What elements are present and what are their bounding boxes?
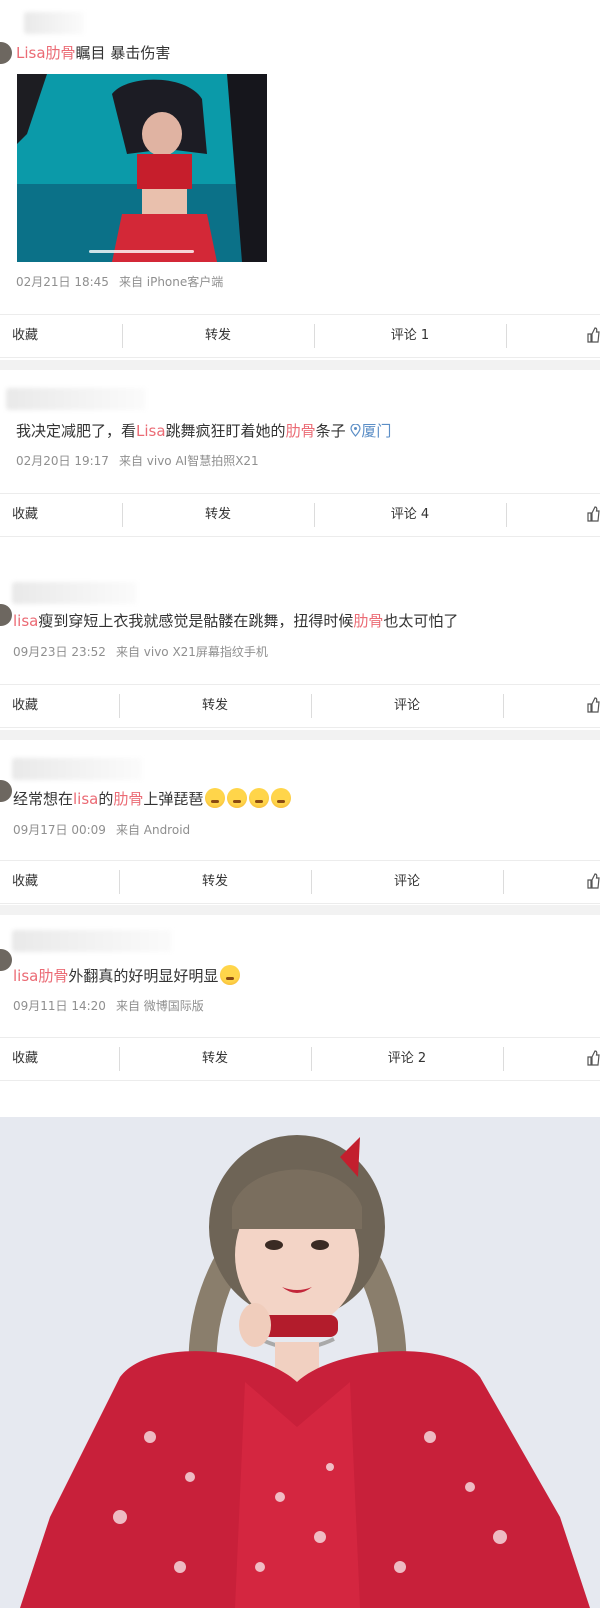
separator bbox=[0, 730, 600, 740]
post-1: Lisa肋骨瞩目 暴击伤害 02月21日 18:45 来自 iPhone客户端 收… bbox=[0, 0, 600, 360]
text-plain: 的 bbox=[98, 790, 114, 808]
action-bar: 收藏 转发 评论 1 bbox=[0, 314, 600, 358]
post-text: Lisa肋骨瞩目 暴击伤害 bbox=[16, 42, 170, 64]
post-5: lisa肋骨外翻真的好明显好明显 09月11日 14:20 来自 微博国际版 收藏… bbox=[0, 915, 600, 1085]
username-blurred[interactable] bbox=[12, 582, 137, 604]
text-highlight[interactable]: lisa bbox=[73, 790, 98, 808]
username-blurred[interactable] bbox=[12, 758, 142, 780]
favorite-button[interactable]: 收藏 bbox=[12, 685, 102, 727]
crying-laughing-emoji-icon bbox=[205, 788, 226, 808]
favorite-button[interactable]: 收藏 bbox=[12, 861, 102, 903]
action-bar: 收藏 转发 评论 bbox=[0, 684, 600, 728]
location-link[interactable]: 厦门 bbox=[361, 422, 391, 440]
post-text: 我决定减肥了，看Lisa跳舞疯狂盯着她的肋骨条子 厦门 bbox=[16, 420, 391, 442]
post-source: 来自 vivo X21屏幕指纹手机 bbox=[115, 645, 268, 659]
divider bbox=[503, 694, 504, 718]
post-meta: 02月20日 19:17 来自 vivo AI智慧拍照X21 bbox=[16, 452, 259, 469]
location-pin-icon bbox=[350, 423, 361, 437]
username-blurred[interactable] bbox=[24, 12, 84, 34]
post-date[interactable]: 02月20日 19:17 bbox=[16, 454, 109, 468]
post-source: 来自 微博国际版 bbox=[115, 999, 204, 1013]
comment-button[interactable]: 评论 bbox=[311, 861, 503, 903]
text-highlight[interactable]: 肋骨 bbox=[353, 612, 383, 630]
action-bar: 收藏 转发 评论 2 bbox=[0, 1037, 600, 1081]
post-4: 经常想在lisa的肋骨上弹琵琶 09月17日 00:09 来自 Android 收… bbox=[0, 740, 600, 905]
username-blurred[interactable] bbox=[12, 930, 172, 952]
text-plain: 瘦到穿短上衣我就感觉是骷髅在跳舞，扭得时候 bbox=[38, 612, 354, 630]
text-plain: 跳舞疯狂盯着她的 bbox=[165, 422, 286, 440]
avatar[interactable] bbox=[0, 949, 12, 971]
text-plain: 上弹琵琶 bbox=[143, 790, 204, 808]
text-plain: 瞩目 暴击伤害 bbox=[75, 44, 171, 62]
text-highlight[interactable]: 肋骨 bbox=[113, 790, 143, 808]
favorite-button[interactable]: 收藏 bbox=[12, 315, 102, 357]
comment-button[interactable]: 评论 4 bbox=[314, 494, 506, 536]
repost-button[interactable]: 转发 bbox=[122, 494, 314, 536]
text-highlight[interactable]: 肋骨 bbox=[286, 422, 316, 440]
post-text: lisa肋骨外翻真的好明显好明显 bbox=[13, 965, 241, 987]
post-source: 来自 vivo AI智慧拍照X21 bbox=[118, 454, 259, 468]
crying-laughing-emoji-icon bbox=[249, 788, 270, 808]
text-highlight[interactable]: lisa bbox=[13, 612, 38, 630]
avatar[interactable] bbox=[0, 42, 12, 64]
username-blurred[interactable] bbox=[6, 388, 146, 410]
avatar[interactable] bbox=[0, 604, 12, 626]
post-text: 经常想在lisa的肋骨上弹琵琶 bbox=[13, 788, 292, 810]
thumbs-up-icon[interactable] bbox=[586, 1050, 600, 1066]
comment-button[interactable]: 评论 bbox=[311, 685, 503, 727]
action-bar: 收藏 转发 评论 bbox=[0, 860, 600, 904]
text-plain: 我决定减肥了，看 bbox=[16, 422, 137, 440]
crying-laughing-emoji-icon bbox=[271, 788, 292, 808]
performer-illustration bbox=[0, 1117, 600, 1608]
repost-button[interactable]: 转发 bbox=[119, 685, 311, 727]
repost-button[interactable]: 转发 bbox=[119, 1038, 311, 1080]
post-meta: 09月23日 23:52 来自 vivo X21屏幕指纹手机 bbox=[13, 643, 268, 660]
repost-button[interactable]: 转发 bbox=[119, 861, 311, 903]
text-plain: 外翻真的好明显好明显 bbox=[68, 967, 219, 985]
post-date[interactable]: 09月23日 23:52 bbox=[13, 645, 106, 659]
thumbs-up-icon[interactable] bbox=[586, 873, 600, 889]
repost-button[interactable]: 转发 bbox=[122, 315, 314, 357]
post-text: lisa瘦到穿短上衣我就感觉是骷髅在跳舞，扭得时候肋骨也太可怕了 bbox=[13, 610, 458, 632]
action-bar: 收藏 转发 评论 4 bbox=[0, 493, 600, 537]
divider bbox=[506, 503, 507, 527]
post-date[interactable]: 02月21日 18:45 bbox=[16, 275, 109, 289]
post-3: lisa瘦到穿短上衣我就感觉是骷髅在跳舞，扭得时候肋骨也太可怕了 09月23日 … bbox=[0, 570, 600, 730]
text-plain: 经常想在 bbox=[13, 790, 74, 808]
divider bbox=[503, 1047, 504, 1071]
separator bbox=[0, 905, 600, 915]
post-2: 我决定减肥了，看Lisa跳舞疯狂盯着她的肋骨条子 厦门 02月20日 19:17… bbox=[0, 370, 600, 550]
thumbs-up-icon[interactable] bbox=[586, 506, 600, 522]
post-source: 来自 Android bbox=[115, 823, 191, 837]
post-source: 来自 iPhone客户端 bbox=[118, 275, 224, 289]
post-date[interactable]: 09月17日 00:09 bbox=[13, 823, 106, 837]
comment-button[interactable]: 评论 2 bbox=[311, 1038, 503, 1080]
text-highlight[interactable]: Lisa肋骨 bbox=[16, 44, 76, 62]
post-meta: 09月11日 14:20 来自 微博国际版 bbox=[13, 997, 204, 1014]
text-highlight[interactable]: lisa肋骨 bbox=[13, 967, 68, 985]
text-plain: 也太可怕了 bbox=[383, 612, 459, 630]
post-meta: 09月17日 00:09 来自 Android bbox=[13, 821, 190, 838]
avatar[interactable] bbox=[0, 780, 12, 802]
text-plain: 条子 bbox=[315, 422, 351, 440]
thumbs-up-icon[interactable] bbox=[586, 327, 600, 343]
favorite-button[interactable]: 收藏 bbox=[12, 494, 102, 536]
text-highlight[interactable]: Lisa bbox=[136, 422, 166, 440]
divider bbox=[503, 870, 504, 894]
post-meta: 02月21日 18:45 来自 iPhone客户端 bbox=[16, 273, 223, 290]
crying-laughing-emoji-icon bbox=[227, 788, 248, 808]
separator bbox=[0, 360, 600, 370]
dancer-image bbox=[17, 74, 267, 262]
post-date[interactable]: 09月11日 14:20 bbox=[13, 999, 106, 1013]
post-thumbnail[interactable] bbox=[17, 74, 267, 262]
favorite-button[interactable]: 收藏 bbox=[12, 1038, 102, 1080]
thumbs-up-icon[interactable] bbox=[586, 697, 600, 713]
comment-button[interactable]: 评论 1 bbox=[314, 315, 506, 357]
performer-photo bbox=[0, 1117, 600, 1608]
crying-laughing-emoji-icon bbox=[220, 965, 241, 985]
divider bbox=[506, 324, 507, 348]
